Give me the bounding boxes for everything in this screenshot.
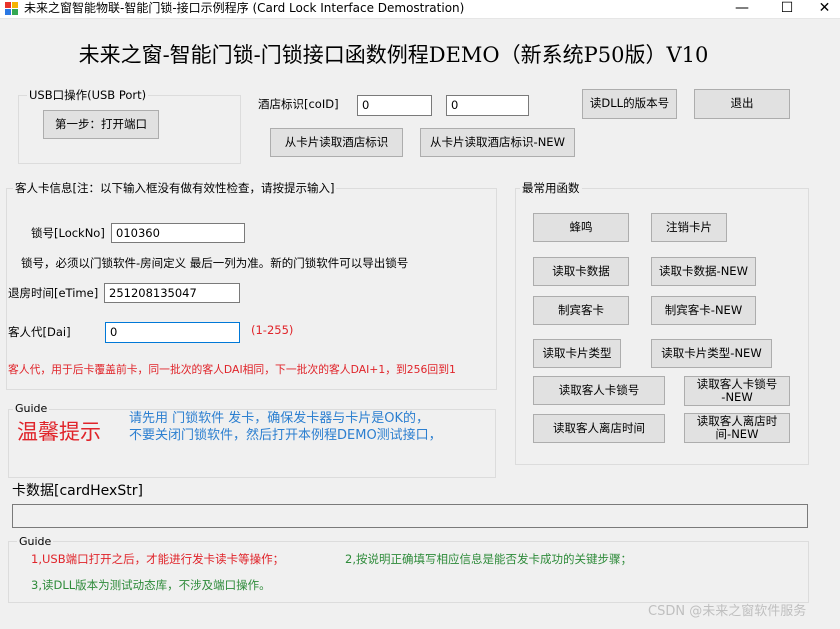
- make-guest-card-button[interactable]: 制宾客卡: [533, 296, 629, 325]
- read-checkout-time-new-button[interactable]: 读取客人离店时 间-NEW: [684, 413, 790, 443]
- card-data-field[interactable]: [12, 504, 808, 528]
- read-dll-version-button[interactable]: 读DLL的版本号: [582, 89, 677, 119]
- csdn-watermark: CSDN @未来之窗软件服务: [648, 604, 807, 619]
- guide-step-1: 1,USB端口打开之后，才能进行发卡读卡等操作；: [31, 552, 285, 566]
- exit-button[interactable]: 退出: [694, 89, 790, 119]
- guide-bottom-label: Guide: [17, 534, 54, 550]
- close-button[interactable]: ✕: [809, 0, 840, 18]
- page-title: 未来之窗-智能门锁-门锁接口函数例程DEMO（新系统P50版）V10: [78, 43, 709, 67]
- warm-tip: 温馨提示: [17, 420, 101, 444]
- hotel-id-label: 酒店标识[coID]: [258, 97, 339, 111]
- guest-dai-label: 客人代[Dai]: [8, 325, 71, 339]
- checkout-time-input[interactable]: 251208135047: [104, 283, 240, 303]
- buzzer-button[interactable]: 蜂鸣: [533, 213, 629, 242]
- read-checkout-time-button[interactable]: 读取客人离店时间: [533, 414, 665, 443]
- usb-port-group-label: USB口操作(USB Port): [27, 87, 149, 103]
- guide-step-2: 2,按说明正确填写相应信息是能否发卡成功的关键步骤；: [345, 552, 632, 566]
- lock-no-input[interactable]: 010360: [111, 223, 245, 243]
- guest-dai-input[interactable]: 0: [105, 322, 240, 343]
- cancel-card-button[interactable]: 注销卡片: [651, 213, 727, 242]
- read-hotel-id-button[interactable]: 从卡片读取酒店标识: [270, 128, 403, 157]
- card-data-label: 卡数据[cardHexStr]: [12, 483, 143, 499]
- guide-top-line1: 请先用 门锁软件 发卡，确保发卡器与卡片是OK的，: [129, 411, 430, 426]
- read-card-type-new-button[interactable]: 读取卡片类型-NEW: [651, 339, 772, 368]
- read-guest-lock-button[interactable]: 读取客人卡锁号: [533, 376, 665, 405]
- app-icon: [5, 2, 18, 15]
- make-guest-card-new-button[interactable]: 制宾客卡-NEW: [651, 296, 756, 325]
- hotel-id-input-2[interactable]: 0: [446, 95, 529, 116]
- lock-no-label: 锁号[LockNo]: [31, 226, 105, 240]
- guest-card-group-label: 客人卡信息[注：以下输入框没有做有效性检查，请按提示输入]: [13, 180, 337, 196]
- window-title: 未来之窗智能物联-智能门锁-接口示例程序 (Card Lock Interfac…: [24, 1, 465, 15]
- read-guest-lock-new-button[interactable]: 读取客人卡锁号 -NEW: [684, 376, 790, 406]
- checkout-time-label: 退房时间[eTime]: [8, 286, 99, 300]
- read-card-type-button[interactable]: 读取卡片类型: [533, 339, 621, 368]
- read-card-data-new-button[interactable]: 读取卡数据-NEW: [651, 257, 756, 286]
- lock-no-note: 锁号，必须以门锁软件-房间定义 最后一列为准。新的门锁软件可以导出锁号: [21, 256, 409, 270]
- guide-top-label: Guide: [13, 401, 50, 417]
- functions-group-label: 最常用函数: [520, 180, 582, 196]
- read-hotel-id-new-button[interactable]: 从卡片读取酒店标识-NEW: [420, 128, 575, 157]
- hotel-id-input-1[interactable]: 0: [357, 95, 432, 116]
- guest-dai-range: (1-255): [251, 323, 294, 337]
- guide-top-line2: 不要关闭门锁软件，然后打开本例程DEMO测试接口，: [129, 428, 442, 443]
- guest-dai-note: 客人代，用于后卡覆盖前卡，同一批次的客人DAI相同，下一批次的客人DAI+1，到…: [8, 363, 456, 376]
- open-port-button[interactable]: 第一步：打开端口: [43, 110, 159, 139]
- guide-step-3: 3,读DLL版本为测试动态库，不涉及端口操作。: [31, 578, 271, 592]
- read-card-data-button[interactable]: 读取卡数据: [533, 257, 629, 286]
- maximize-button[interactable]: ☐: [764, 0, 810, 18]
- minimize-button[interactable]: —: [719, 0, 765, 18]
